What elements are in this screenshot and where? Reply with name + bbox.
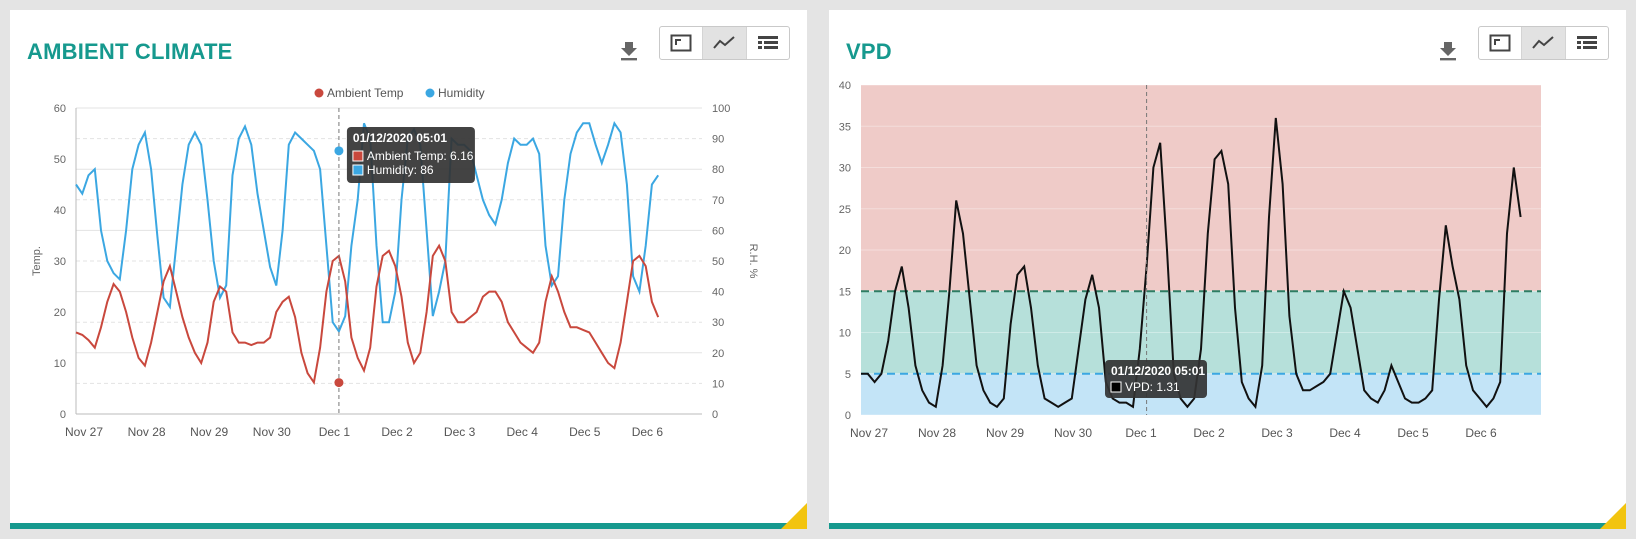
x-tick-label: Dec 6 [632, 425, 664, 439]
x-tick-label: Dec 1 [1125, 426, 1157, 440]
x-tick-label: Nov 27 [65, 425, 103, 439]
y-tick-label: 40 [54, 205, 66, 217]
y2-tick-label: 90 [712, 134, 724, 146]
x-tick-label: Dec 3 [1261, 426, 1293, 440]
hover-point-humidity [334, 146, 344, 156]
y-tick-label: 20 [839, 245, 851, 257]
tooltip-swatch-vpd [1110, 381, 1122, 393]
y-tick-label: 10 [839, 328, 851, 340]
ambient-climate-chart[interactable]: Ambient Temp Humidity 0 10 20 30 40 50 60 0 10 20 30… [10, 10, 807, 529]
x-tick-label: Nov 29 [190, 425, 228, 439]
x-tick-label: Nov 29 [986, 426, 1024, 440]
y2-tick-label: 100 [712, 103, 730, 115]
chart-legend: Ambient Temp Humidity [314, 86, 485, 100]
y2-tick-label: 30 [712, 317, 724, 329]
tooltip-row-vpd: VPD: 1.31 [1125, 380, 1180, 394]
tooltip-title: 01/12/2020 05:01 [1111, 364, 1205, 378]
y2-tick-label: 80 [712, 164, 724, 176]
y-tick-label: 35 [839, 121, 851, 133]
tooltip-swatch-humidity [352, 164, 364, 176]
corner-resize-handle[interactable] [781, 503, 807, 529]
y2-axis-label: R.H. % [747, 244, 759, 279]
legend-label-humidity: Humidity [438, 86, 485, 100]
x-tick-label: Dec 5 [569, 425, 601, 439]
footer-accent-bar [10, 523, 807, 529]
y-tick-label: 30 [839, 163, 851, 175]
y-axis-label: VPD [829, 239, 830, 262]
y-tick-label: 0 [60, 409, 66, 421]
x-tick-label: Dec 5 [1397, 426, 1429, 440]
vpd-chart[interactable]: 0 5 10 15 20 25 30 35 40 Nov 27 Nov 28 Nov 29 Nov 30… [829, 10, 1626, 529]
x-tick-label: Nov 27 [850, 426, 888, 440]
tooltip-swatch-temp [352, 150, 364, 162]
x-tick-label: Dec 2 [1193, 426, 1225, 440]
zone-high [861, 85, 1541, 292]
y-tick-label: 10 [54, 358, 66, 370]
x-tick-label: Dec 2 [381, 425, 413, 439]
tooltip-title: 01/12/2020 05:01 [353, 131, 447, 145]
y-tick-label: 20 [54, 307, 66, 319]
legend-swatch [425, 88, 435, 98]
x-tick-label: Nov 28 [128, 425, 166, 439]
x-tick-label: Dec 4 [507, 425, 539, 439]
y-tick-label: 5 [845, 369, 851, 381]
tooltip-row-humidity: Humidity: 86 [367, 163, 434, 177]
x-tick-label: Dec 3 [444, 425, 476, 439]
y-tick-label: 50 [54, 154, 66, 166]
legend-swatch [314, 88, 324, 98]
y-axis-label: Temp. [31, 246, 43, 276]
y2-tick-label: 10 [712, 378, 724, 390]
hover-point-temp [334, 378, 344, 388]
y2-tick-label: 50 [712, 256, 724, 268]
y2-tick-label: 70 [712, 195, 724, 207]
legend-label-ambient-temp: Ambient Temp [327, 86, 404, 100]
y-tick-label: 40 [839, 80, 851, 92]
x-tick-label: Dec 1 [319, 425, 351, 439]
chart-tooltip: 01/12/2020 05:01 VPD: 1.31 [1105, 360, 1207, 398]
y2-tick-label: 40 [712, 287, 724, 299]
y-tick-label: 25 [839, 204, 851, 216]
series-line-ambient-temp [75, 243, 660, 385]
footer-accent-bar [829, 523, 1626, 529]
y-tick-label: 15 [839, 286, 851, 298]
y-tick-label: 60 [54, 103, 66, 115]
chart-tooltip: 01/12/2020 05:01 Ambient Temp: 6.16Humidi… [346, 127, 475, 183]
x-tick-label: Dec 6 [1465, 426, 1497, 440]
x-tick-label: Nov 30 [253, 425, 291, 439]
y2-tick-label: 20 [712, 348, 724, 360]
y2-tick-label: 0 [712, 409, 718, 421]
y-tick-label: 30 [54, 256, 66, 268]
x-tick-label: Dec 4 [1329, 426, 1361, 440]
tooltip-row-temp: Ambient Temp: 6.16 [367, 149, 474, 163]
x-tick-label: Nov 28 [918, 426, 956, 440]
vpd-panel: VPD 0 5 10 15 20 25 30 35 40 Nov 27 Nov 28 Nov 29 No… [829, 10, 1626, 529]
y-tick-label: 0 [845, 410, 851, 422]
corner-resize-handle[interactable] [1600, 503, 1626, 529]
ambient-climate-panel: AMBIENT CLIMATE Ambient Temp Humidity 0 10 2… [10, 10, 807, 529]
y2-tick-label: 60 [712, 225, 724, 237]
x-tick-label: Nov 30 [1054, 426, 1092, 440]
